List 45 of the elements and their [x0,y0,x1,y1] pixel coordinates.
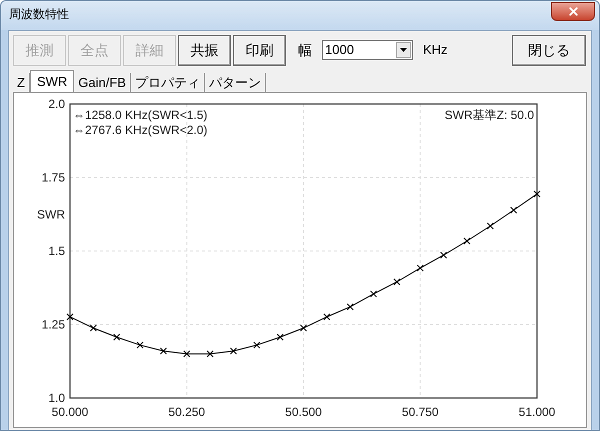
x-tick-label: 50.250 [168,405,206,419]
tab[interactable]: SWR [30,70,74,92]
close-icon [566,5,580,18]
data-point [486,222,494,230]
close-dialog-button[interactable]: 閉じる [512,34,586,66]
data-point [323,313,330,320]
annotation-text: ⇔1258.0 KHz(SWR<1.5) [73,108,208,122]
width-dropdown[interactable]: 1000 [322,40,413,60]
data-point [90,324,97,332]
data-point [136,342,144,349]
data-point [230,347,237,354]
y-tick-label: 1.75 [42,170,65,184]
window-title: 周波数特性 [9,6,69,22]
data-point [160,347,167,354]
data-point [440,252,448,259]
data-point [253,342,260,349]
data-point [183,350,190,358]
toolbar-button[interactable]: 印刷 [233,34,286,66]
annotation-text: ⇔2767.6 KHz(SWR<2.0) [73,123,208,137]
data-point [416,264,424,272]
reference-impedance-text: SWR基準Z: 50.0 [444,108,534,122]
data-point [534,190,540,198]
data-point [370,290,378,298]
data-point [510,206,518,214]
data-point [206,350,214,358]
data-point [113,334,120,341]
unit-label: KHz [423,41,448,60]
x-tick-label: 50.000 [52,405,88,419]
x-tick-label: 51.000 [518,405,556,419]
y-axis-label: SWR [37,207,65,222]
y-tick-label: 2.0 [48,97,65,111]
toolbar-button[interactable]: 共振 [178,34,231,66]
data-point [346,303,354,310]
data-point [463,238,470,244]
y-tick-label: 1.25 [42,318,65,332]
data-point [276,334,284,341]
x-tick-label: 50.750 [402,405,439,419]
x-tick-label: 50.500 [285,405,322,419]
y-tick-label: 1.5 [48,244,65,258]
data-point [66,313,74,320]
data-point [393,278,400,286]
y-tick-label: 1.0 [48,391,65,405]
close-button[interactable] [551,2,595,21]
data-point [300,324,307,332]
width-label: 幅 [298,40,312,60]
